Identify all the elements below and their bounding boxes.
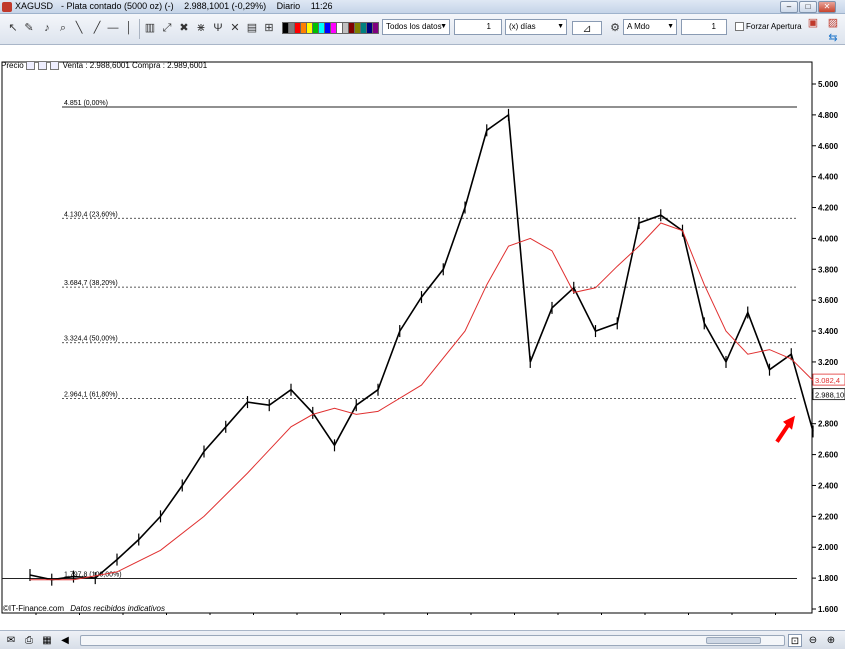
y-tick-label: 4.000 <box>818 234 839 243</box>
forzar-apertura-label: Forzar Apertura <box>746 22 802 31</box>
bottom-bar: ✉ ⎙ ▦ ◀ ⊡ ⊖ ⊕ <box>0 630 845 649</box>
mode-select-label: A Mdo <box>627 22 650 31</box>
chart-settings-icon[interactable] <box>38 61 48 71</box>
chevron-down-icon: ▼ <box>440 23 447 30</box>
y-tick-label: 4.600 <box>818 142 839 151</box>
vertical-line-icon[interactable]: │ <box>122 21 136 35</box>
chevron-down-icon: ▼ <box>667 23 674 30</box>
zoom-out-icon[interactable]: ⊖ <box>806 634 820 647</box>
window-title: XAGUSD - Plata contado (5000 oz) (-) 2.98… <box>15 1 333 11</box>
y-tick-label: 3.200 <box>818 358 839 367</box>
chart-area: 1.6001.8002.0002.2002.4002.6002.8003.000… <box>0 60 845 615</box>
plot-frame <box>1 61 813 614</box>
title-bar: XAGUSD - Plata contado (5000 oz) (-) 2.98… <box>0 0 845 14</box>
print-icon[interactable]: ⎙ <box>22 634 36 647</box>
last-value-label: 2.988,100 <box>815 391 845 400</box>
minimize-button[interactable]: – <box>780 1 798 13</box>
channel-icon[interactable]: ▥ <box>143 21 157 35</box>
bid-ask-label: Venta : 2.988,6001 Compra : 2.989,6001 <box>62 61 208 70</box>
line-tool-icon[interactable]: ╱ <box>90 21 104 35</box>
panel-header: Precio Venta : 2.988,6001 Compra : 2.989… <box>1 61 207 73</box>
wrench-icon[interactable]: ⚙ <box>608 21 622 35</box>
maximize-button[interactable]: □ <box>799 1 817 13</box>
price-chart[interactable]: 1.6001.8002.0002.2002.4002.6002.8003.000… <box>0 60 845 615</box>
wrench-icon[interactable] <box>25 61 35 71</box>
y-tick-label: 2.200 <box>818 512 839 521</box>
alarm-bell-icon[interactable]: ♪ <box>40 21 54 35</box>
fibonacci-level-label: 2.964,1 (61,80%) <box>64 391 118 398</box>
y-tick-label: 3.600 <box>818 296 839 305</box>
chevron-down-icon: ▼ <box>557 23 564 30</box>
app-logo-icon <box>2 2 12 12</box>
toolbar: ↖ ✎ ♪ ⌕ ╲ ╱ — │ ▥ ⤢ ✖ ⋇ Ψ ✕ ▤ ⊞ Todos lo… <box>0 14 845 45</box>
time-label: 11:26 <box>310 1 333 11</box>
instrument-label: Plata contado (5000 oz) (-) <box>66 1 174 11</box>
cursor-icon[interactable]: ↖ <box>6 21 20 35</box>
ruler-icon[interactable]: ✎ <box>22 21 36 35</box>
trash-icon[interactable]: ▤ <box>245 21 259 35</box>
y-tick-label: 5.000 <box>818 80 839 89</box>
range-count-value: 1 <box>486 22 491 31</box>
range-count-input[interactable]: 1 <box>454 19 502 35</box>
mail-icon[interactable]: ✉ <box>4 634 18 647</box>
trendline-icon[interactable]: ╲ <box>72 21 86 35</box>
unit-select-label: (x) días <box>509 22 536 31</box>
brand-label: IT-Finance.com <box>8 604 65 613</box>
fibonacci-level-label: 3.684,7 (38,20%) <box>64 280 118 287</box>
close-button[interactable]: ✕ <box>818 1 836 13</box>
pitchfork-icon[interactable]: Ψ <box>211 21 225 35</box>
fibonacci-icon[interactable]: ✖ <box>177 21 191 35</box>
fibonacci-level-label: 4.851 (0,00%) <box>64 100 108 107</box>
period-label: Diario <box>276 1 301 11</box>
export-icon[interactable]: ▦ <box>40 634 54 647</box>
gann-icon[interactable]: ⋇ <box>194 21 208 35</box>
y-tick-label: 4.400 <box>818 173 839 182</box>
y-tick-label: 1.600 <box>818 605 839 614</box>
forzar-apertura-checkbox[interactable] <box>735 22 744 31</box>
toolbar-separator <box>139 19 140 39</box>
scroll-thumb[interactable] <box>706 637 761 644</box>
unit-select[interactable]: (x) días ▼ <box>505 19 567 35</box>
range-select[interactable]: Todos los datos ▼ <box>382 19 450 35</box>
horizontal-scrollbar[interactable] <box>80 635 785 646</box>
y-tick-label: 3.400 <box>818 327 839 336</box>
mode-select[interactable]: A Mdo ▼ <box>623 19 677 35</box>
window-icon[interactable]: ▨ <box>826 16 840 30</box>
fibonacci-level-label: 3.324,4 (50,00%) <box>64 336 118 343</box>
y-tick-label: 3.800 <box>818 265 839 274</box>
y-tick-label: 2.600 <box>818 451 839 460</box>
panel-name: Precio <box>1 61 24 70</box>
layout-icon[interactable]: ▣ <box>806 16 820 30</box>
horizontal-line-icon[interactable]: — <box>106 21 120 35</box>
last-value-label: 3.082,4 <box>815 376 840 385</box>
chart-type-icon[interactable]: ⊿ <box>572 21 602 35</box>
footer-note: ©IT-Finance.com Datos recibidos indicati… <box>3 604 165 613</box>
y-tick-label: 4.200 <box>818 204 839 213</box>
fan-icon[interactable]: ⤢ <box>160 21 174 35</box>
mode-count-input[interactable]: 1 <box>681 19 727 35</box>
data-note-label: Datos recibidos indicativos <box>70 604 165 613</box>
quote-label: 2.988,1001 (-0,29%) <box>184 1 267 11</box>
delete-icon[interactable]: ✕ <box>228 21 242 35</box>
sync-icon[interactable]: ⇆ <box>826 31 840 45</box>
fibonacci-level-label: 4.130,4 (23,60%) <box>64 211 118 218</box>
y-tick-label: 1.800 <box>818 574 839 583</box>
zoom-icon[interactable]: ⌕ <box>56 21 70 35</box>
range-select-label: Todos los datos <box>386 22 442 31</box>
zoom-in-icon[interactable]: ⊕ <box>824 634 838 647</box>
add-indicator-icon[interactable] <box>50 61 60 71</box>
y-tick-label: 2.800 <box>818 420 839 429</box>
y-tick-label: 4.800 <box>818 111 839 120</box>
text-tool-icon[interactable]: ⊞ <box>262 21 276 35</box>
y-tick-label: 2.400 <box>818 481 839 490</box>
color-swatch[interactable] <box>372 22 379 34</box>
mode-count-value: 1 <box>711 22 716 31</box>
scroll-left-icon[interactable]: ◀ <box>58 634 72 647</box>
y-tick-label: 2.000 <box>818 543 839 552</box>
ticker-label: XAGUSD <box>15 1 54 11</box>
zoom-fit-icon[interactable]: ⊡ <box>788 634 802 647</box>
